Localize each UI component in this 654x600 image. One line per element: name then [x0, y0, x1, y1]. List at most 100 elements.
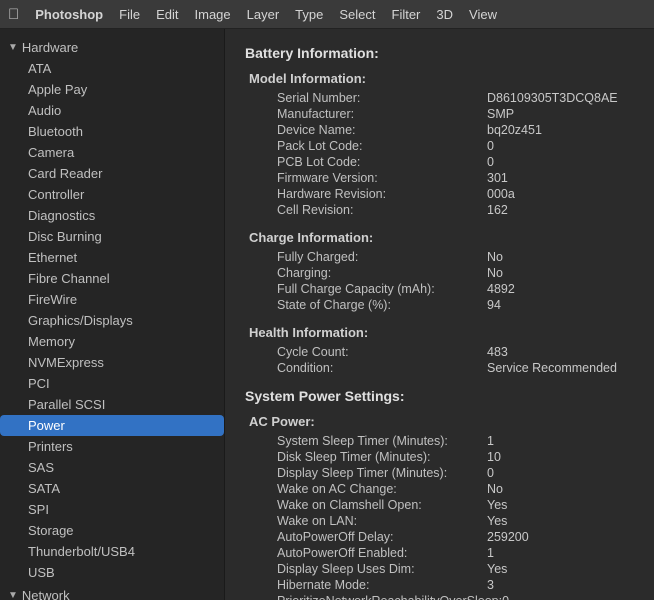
sidebar-item-fibrechannel[interactable]: Fibre Channel: [0, 268, 224, 289]
pack-lot-value: 0: [487, 139, 494, 153]
sidebar-item-ethernet[interactable]: Ethernet: [0, 247, 224, 268]
prioritize-network-label: PrioritizeNetworkReachabilityOverSleep:: [277, 594, 502, 600]
sidebar-item-ata[interactable]: ATA: [0, 58, 224, 79]
menu-image[interactable]: Image: [195, 7, 231, 22]
sidebar-item-memory[interactable]: Memory: [0, 331, 224, 352]
fully-charged-value: No: [487, 250, 503, 264]
model-info-block: Model Information: Serial Number: D86109…: [245, 71, 634, 218]
apple-icon[interactable]: : [8, 6, 19, 23]
fully-charged-label: Fully Charged:: [277, 250, 487, 264]
table-row: PCB Lot Code: 0: [261, 154, 634, 170]
sidebar-item-pci[interactable]: PCI: [0, 373, 224, 394]
cycle-count-value: 483: [487, 345, 508, 359]
sidebar-item-spi[interactable]: SPI: [0, 499, 224, 520]
sidebar-item-graphicsdisplays[interactable]: Graphics/Displays: [0, 310, 224, 331]
sidebar-item-sata[interactable]: SATA: [0, 478, 224, 499]
display-sleep-label: Display Sleep Timer (Minutes):: [277, 466, 487, 480]
model-rows: Serial Number: D86109305T3DCQ8AE Manufac…: [261, 90, 634, 218]
menu-type[interactable]: Type: [295, 7, 323, 22]
table-row: Display Sleep Timer (Minutes): 0: [261, 465, 634, 481]
serial-label: Serial Number:: [277, 91, 487, 105]
sidebar-item-printers[interactable]: Printers: [0, 436, 224, 457]
table-row: Device Name: bq20z451: [261, 122, 634, 138]
sidebar-item-nvmexpress[interactable]: NVMExpress: [0, 352, 224, 373]
sidebar-section-hardware: ▼ Hardware ATA Apple Pay Audio Bluetooth…: [0, 37, 224, 583]
table-row: Wake on LAN: Yes: [261, 513, 634, 529]
manufacturer-label: Manufacturer:: [277, 107, 487, 121]
state-of-charge-label: State of Charge (%):: [277, 298, 487, 312]
system-power-title: System Power Settings:: [245, 388, 634, 404]
hibernate-mode-label: Hibernate Mode:: [277, 578, 487, 592]
display-sleep-value: 0: [487, 466, 494, 480]
chevron-hardware-icon: ▼: [8, 42, 18, 53]
sidebar-item-parallelscsi[interactable]: Parallel SCSI: [0, 394, 224, 415]
pcb-lot-label: PCB Lot Code:: [277, 155, 487, 169]
ac-power-rows: System Sleep Timer (Minutes): 1 Disk Sle…: [261, 433, 634, 600]
wake-lan-value: Yes: [487, 514, 507, 528]
cycle-count-label: Cycle Count:: [277, 345, 487, 359]
full-charge-cap-label: Full Charge Capacity (mAh):: [277, 282, 487, 296]
chevron-network-icon: ▼: [8, 590, 18, 600]
wake-ac-label: Wake on AC Change:: [277, 482, 487, 496]
autopoweroff-enabled-value: 1: [487, 546, 494, 560]
sidebar-item-sas[interactable]: SAS: [0, 457, 224, 478]
menu-edit[interactable]: Edit: [156, 7, 178, 22]
table-row: System Sleep Timer (Minutes): 1: [261, 433, 634, 449]
system-sleep-value: 1: [487, 434, 494, 448]
table-row: Pack Lot Code: 0: [261, 138, 634, 154]
sidebar-item-diagnostics[interactable]: Diagnostics: [0, 205, 224, 226]
menu-app-name[interactable]: Photoshop: [35, 7, 103, 22]
pcb-lot-value: 0: [487, 155, 494, 169]
wake-lan-label: Wake on LAN:: [277, 514, 487, 528]
table-row: Disk Sleep Timer (Minutes): 10: [261, 449, 634, 465]
table-row: Cell Revision: 162: [261, 202, 634, 218]
device-name-value: bq20z451: [487, 123, 542, 137]
sidebar-item-power[interactable]: Power: [0, 415, 224, 436]
sidebar-item-applepay[interactable]: Apple Pay: [0, 79, 224, 100]
table-row: State of Charge (%): 94: [261, 297, 634, 313]
wake-ac-value: No: [487, 482, 503, 496]
sidebar-item-usb[interactable]: USB: [0, 562, 224, 583]
table-row: PrioritizeNetworkReachabilityOverSleep: …: [261, 593, 634, 600]
prioritize-network-value: 0: [502, 594, 509, 600]
menu-layer[interactable]: Layer: [247, 7, 280, 22]
menu-view[interactable]: View: [469, 7, 497, 22]
sidebar-item-camera[interactable]: Camera: [0, 142, 224, 163]
wake-clamshell-value: Yes: [487, 498, 507, 512]
system-sleep-label: System Sleep Timer (Minutes):: [277, 434, 487, 448]
sidebar-item-storage[interactable]: Storage: [0, 520, 224, 541]
sidebar-group-hardware-label: Hardware: [22, 40, 78, 55]
menu-file[interactable]: File: [119, 7, 140, 22]
charge-info-block: Charge Information: Fully Charged: No Ch…: [245, 230, 634, 313]
sidebar-item-firewire[interactable]: FireWire: [0, 289, 224, 310]
table-row: Display Sleep Uses Dim: Yes: [261, 561, 634, 577]
menu-select[interactable]: Select: [339, 7, 375, 22]
table-row: Charging: No: [261, 265, 634, 281]
state-of-charge-value: 94: [487, 298, 501, 312]
wake-clamshell-label: Wake on Clamshell Open:: [277, 498, 487, 512]
table-row: Manufacturer: SMP: [261, 106, 634, 122]
table-row: Condition: Service Recommended: [261, 360, 634, 376]
display-sleep-dim-value: Yes: [487, 562, 507, 576]
health-rows: Cycle Count: 483 Condition: Service Reco…: [261, 344, 634, 376]
main-layout: ▼ Hardware ATA Apple Pay Audio Bluetooth…: [0, 29, 654, 600]
table-row: Cycle Count: 483: [261, 344, 634, 360]
sidebar-group-hardware[interactable]: ▼ Hardware: [0, 37, 224, 58]
sidebar-item-cardreader[interactable]: Card Reader: [0, 163, 224, 184]
sidebar-item-thunderbolt[interactable]: Thunderbolt/USB4: [0, 541, 224, 562]
model-section-title: Model Information:: [249, 71, 634, 86]
device-name-label: Device Name:: [277, 123, 487, 137]
sidebar-item-audio[interactable]: Audio: [0, 100, 224, 121]
sidebar-item-controller[interactable]: Controller: [0, 184, 224, 205]
sidebar-item-bluetooth[interactable]: Bluetooth: [0, 121, 224, 142]
sidebar-item-discburning[interactable]: Disc Burning: [0, 226, 224, 247]
sidebar-group-network-label: Network: [22, 588, 70, 600]
menu-3d[interactable]: 3D: [436, 7, 453, 22]
disk-sleep-value: 10: [487, 450, 501, 464]
pack-lot-label: Pack Lot Code:: [277, 139, 487, 153]
table-row: Serial Number: D86109305T3DCQ8AE: [261, 90, 634, 106]
sidebar-group-network[interactable]: ▼ Network: [0, 585, 224, 600]
menu-filter[interactable]: Filter: [392, 7, 421, 22]
disk-sleep-label: Disk Sleep Timer (Minutes):: [277, 450, 487, 464]
charge-section-title: Charge Information:: [249, 230, 634, 245]
